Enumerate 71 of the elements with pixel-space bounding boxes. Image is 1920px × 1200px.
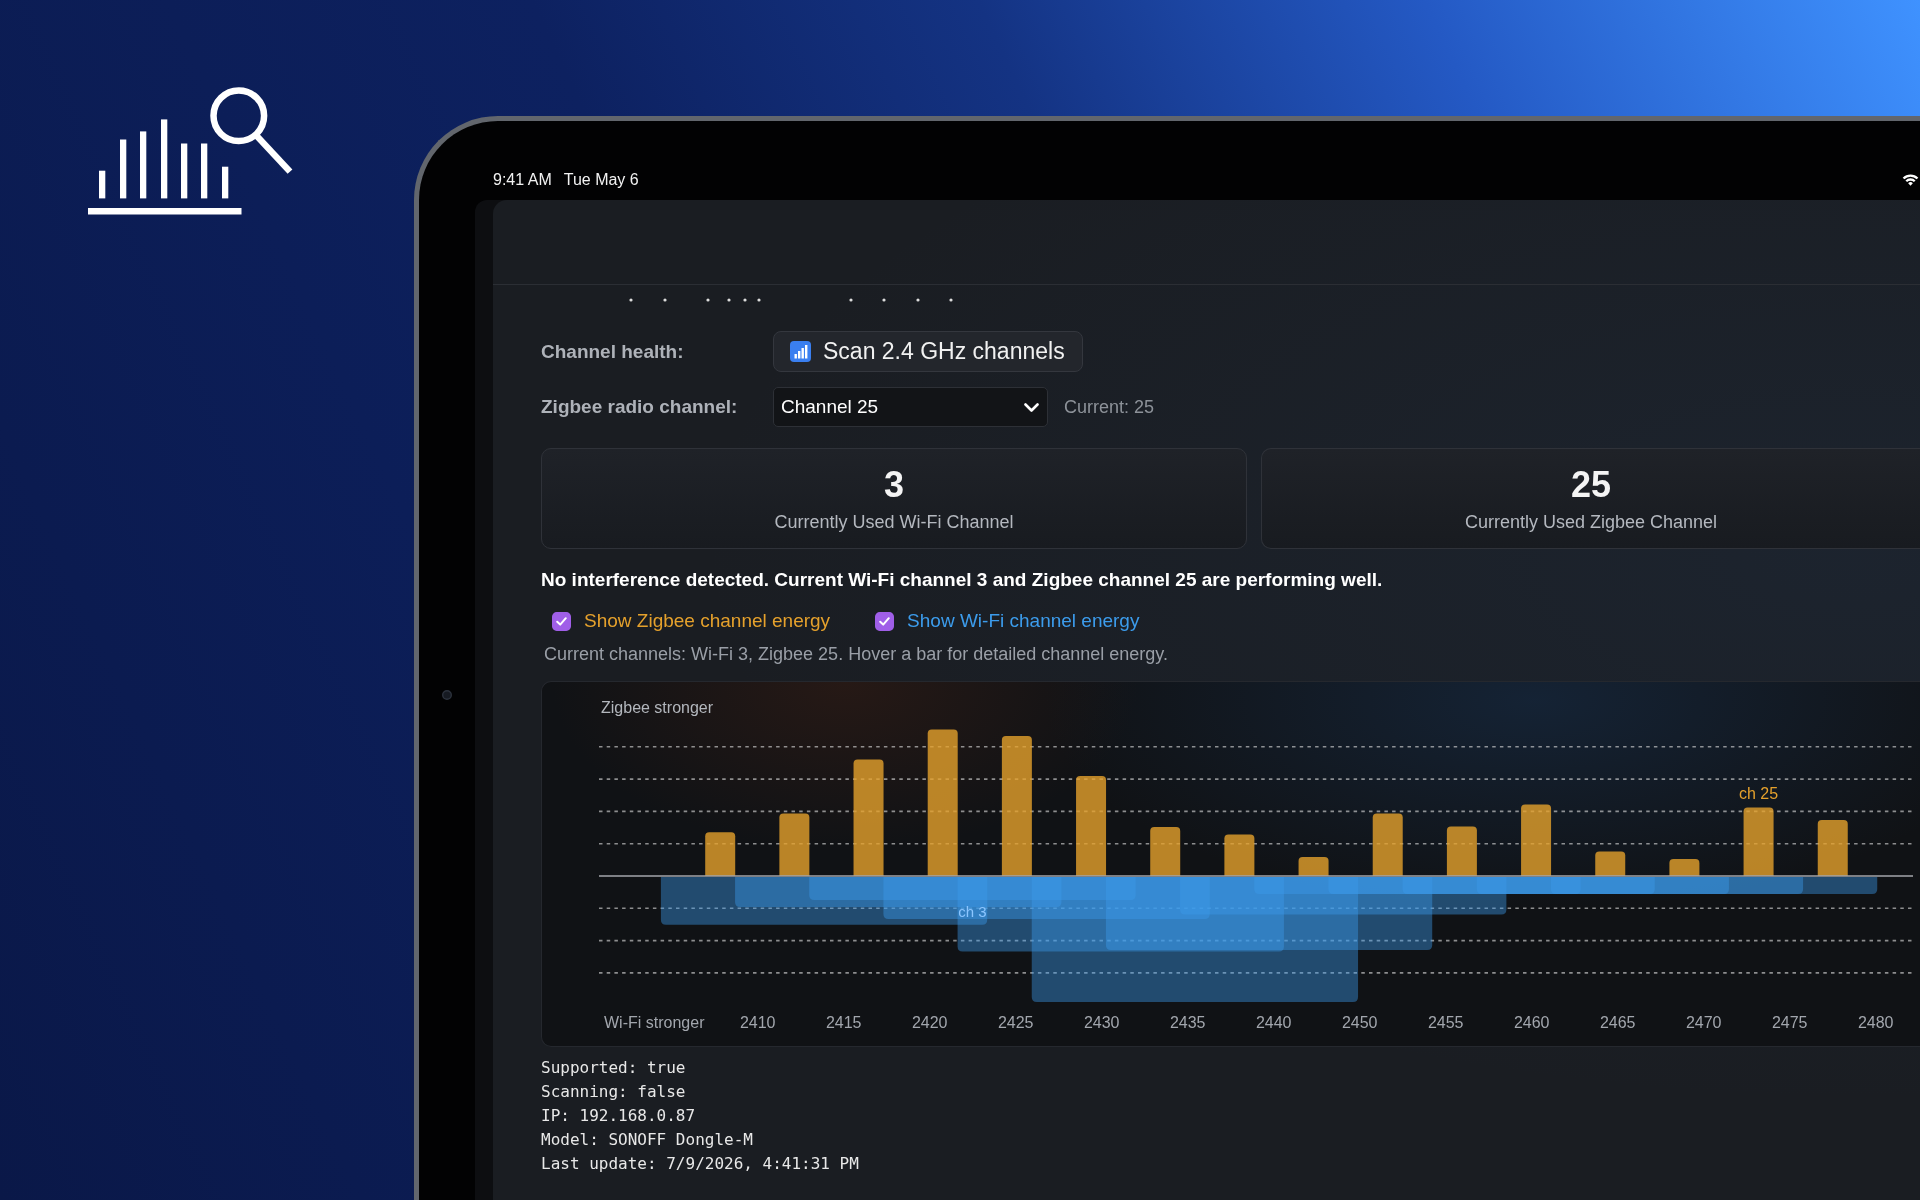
dot-icon (727, 298, 731, 302)
zigbee-bar[interactable] (1372, 813, 1403, 876)
hint-text: Current channels: Wi-Fi 3, Zigbee 25. Hover a bar for detailed channel energy. (543, 644, 1168, 665)
energy-toggle[interactable]: Show Wi-Fi channel energy (875, 610, 1140, 632)
radio-channel-label: Zigbee radio channel: (541, 396, 739, 418)
chevron-down-icon (1024, 402, 1039, 412)
signal-bars-icon (790, 341, 811, 362)
dot-icon (882, 298, 886, 302)
dot-icon (849, 298, 853, 302)
x-axis-label: 2470 (1685, 1014, 1722, 1031)
device-info-line: Model: SONOFF Dongle-M (541, 1129, 753, 1151)
dot-icon (706, 298, 710, 302)
axis-caption: Zigbee stronger (601, 699, 714, 716)
dot-icon (757, 298, 761, 302)
channel-select[interactable]: Channel 25 (773, 387, 1048, 427)
channel-marker-label: ch 25 (1739, 785, 1779, 802)
device-info-line: Supported: true (541, 1057, 686, 1079)
x-axis-label: 2430 (1083, 1014, 1120, 1031)
energy-toggle[interactable]: Show Zigbee channel energy (552, 610, 831, 632)
axis-caption: Wi-Fi stronger (604, 1014, 705, 1031)
x-axis-label: 2440 (1255, 1014, 1292, 1031)
stat-value: 3 (884, 464, 904, 505)
x-axis-label: 2450 (1341, 1014, 1378, 1031)
x-axis-label: 2415 (825, 1014, 862, 1031)
zigbee-bar[interactable] (1743, 807, 1774, 876)
device-info-line: Last update: 7/9/2026, 4:41:31 PM (541, 1153, 859, 1175)
x-axis-label: 2455 (1427, 1014, 1464, 1031)
scan-button[interactable]: Scan 2.4 GHz channels (773, 331, 1083, 372)
status-time: 9:41 AM (493, 171, 552, 189)
zigbee-bar[interactable] (1076, 776, 1107, 876)
x-axis-label: 2460 (1513, 1014, 1550, 1031)
checkbox[interactable] (875, 611, 895, 631)
zigbee-bar[interactable] (1817, 820, 1848, 876)
zigbee-bar[interactable] (1521, 804, 1552, 876)
stat-label: Currently Used Wi-Fi Channel (774, 510, 1014, 533)
x-axis-label: 2420 (911, 1014, 948, 1031)
device-info-line: Scanning: false (541, 1081, 686, 1103)
wifi-band[interactable] (1180, 877, 1507, 915)
stat-label: Currently Used Zigbee Channel (1464, 510, 1718, 533)
zigbee-bar[interactable] (1595, 851, 1626, 876)
channel-marker-label: ch 3 (958, 903, 987, 920)
x-axis-label: 2410 (739, 1014, 776, 1031)
channel-health-label: Channel health: (541, 340, 685, 363)
zigbee-bar[interactable] (1446, 826, 1477, 876)
stat-value: 25 (1570, 464, 1611, 505)
zigbee-bar[interactable] (853, 759, 884, 876)
zigbee-bar[interactable] (1001, 736, 1032, 876)
device-info-line: IP: 192.168.0.87 (541, 1105, 696, 1127)
checkbox[interactable] (552, 611, 571, 631)
wifi-band[interactable] (1550, 877, 1878, 894)
x-axis-label: 2480 (1857, 1014, 1894, 1031)
dot-icon (743, 298, 747, 302)
dot-icon (663, 298, 667, 302)
x-axis-label: 2465 (1599, 1014, 1636, 1031)
dot-icon (629, 298, 633, 302)
camera-lens-icon (442, 690, 452, 700)
current-channel-text: Current: 25 (1064, 396, 1155, 418)
zigbee-bar[interactable] (927, 729, 958, 876)
status-message: No interference detected. Current Wi-Fi channel 3 and Zigbee channel 25 are performing well. (541, 569, 1383, 591)
x-axis-label: 2475 (1771, 1014, 1808, 1031)
status-date: Tue May 6 (563, 171, 639, 189)
x-axis-label: 2435 (1169, 1014, 1206, 1031)
dot-icon (949, 298, 953, 302)
zigbee-bar[interactable] (779, 813, 810, 876)
wifi-icon (1902, 173, 1919, 186)
x-axis-label: 2425 (997, 1014, 1034, 1031)
dot-icon (916, 298, 920, 302)
zigbee-bar[interactable] (1224, 834, 1255, 876)
zigbee-bar[interactable] (1150, 827, 1181, 876)
zigbee-bar[interactable] (705, 832, 736, 876)
chart-magnifier-icon (88, 87, 293, 215)
